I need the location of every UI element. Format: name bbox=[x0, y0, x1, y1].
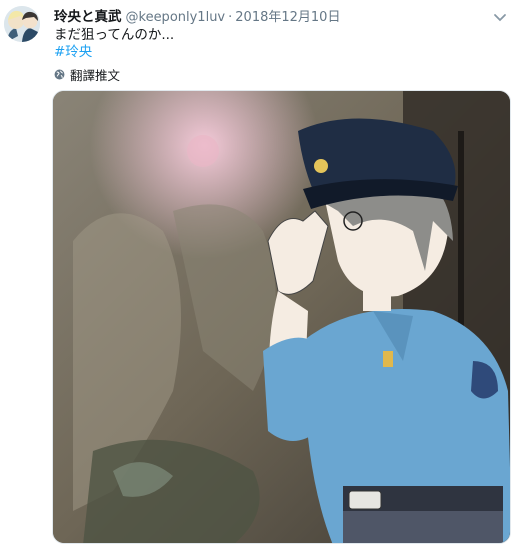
display-name[interactable]: 玲央と真武 bbox=[54, 5, 122, 25]
more-options-button[interactable] bbox=[493, 8, 507, 22]
tweet-header: 玲央と真武 @keeponly1luv · 2018年12月10日 bbox=[54, 5, 489, 25]
chevron-down-icon bbox=[494, 14, 506, 22]
hashtag-link[interactable]: #玲央 bbox=[54, 40, 92, 60]
police-officer-illustration bbox=[53, 91, 510, 543]
avatar-illustration bbox=[4, 6, 40, 42]
tweet-date[interactable]: 2018年12月10日 bbox=[235, 6, 340, 25]
tweet-media-image[interactable] bbox=[52, 90, 511, 544]
translate-label: 翻譯推文 bbox=[70, 68, 121, 83]
translate-tweet-button[interactable]: 翻譯推文 bbox=[54, 65, 120, 84]
separator-dot: · bbox=[228, 10, 233, 25]
globe-icon bbox=[54, 69, 65, 80]
avatar[interactable] bbox=[4, 6, 40, 42]
